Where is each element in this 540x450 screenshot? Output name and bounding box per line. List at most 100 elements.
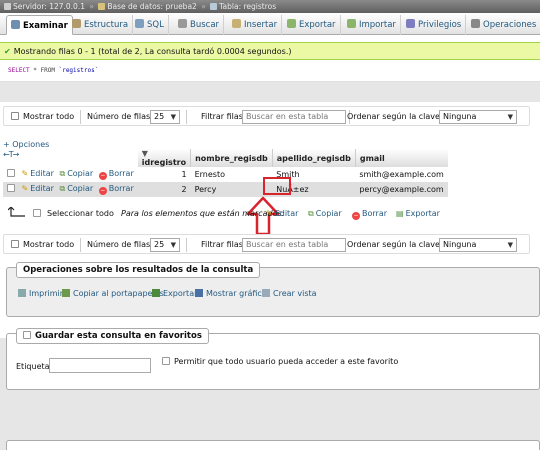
cell-idregistro[interactable]: 2	[137, 182, 191, 197]
show-all-checkbox[interactable]	[11, 240, 19, 248]
column-header-idregistro[interactable]: ▼ idregistro	[137, 149, 192, 167]
highlight-box	[263, 177, 291, 195]
tab-sql[interactable]: SQL	[131, 15, 169, 35]
delete-link[interactable]: Borrar	[109, 169, 134, 178]
select-all[interactable]: Seleccionar todo	[33, 208, 114, 220]
sql-keyword: SELECT	[8, 67, 30, 74]
table-row: ✎ Editar ⧉ Copiar − Borrar 1 Ernesto Smith …	[3, 167, 448, 182]
chevron-down-icon: ▼	[170, 113, 176, 121]
show-all-button[interactable]: Mostrar todo	[7, 238, 77, 252]
print-link[interactable]: Imprimir	[18, 289, 63, 298]
tab-label: Importar	[359, 20, 396, 30]
breadcrumb-separator: »	[201, 2, 206, 11]
sql-table: `registros`	[58, 67, 99, 74]
create-view-link[interactable]: Crear vista	[262, 289, 317, 298]
export-icon: ▤	[396, 209, 404, 218]
pencil-icon: ✎	[21, 184, 29, 193]
tab-label: Estructura	[84, 20, 129, 30]
export-icon	[152, 289, 160, 297]
breadcrumb-server[interactable]: Servidor: 127.0.0.1	[13, 2, 85, 11]
tab-estructura[interactable]: Estructura	[68, 15, 134, 35]
rows-label: Número de filas:	[87, 240, 153, 249]
filter-label: Filtrar filas:	[201, 240, 246, 249]
export-link[interactable]: Exportar	[152, 289, 197, 298]
breadcrumb-separator: »	[89, 2, 94, 11]
divider	[80, 110, 81, 124]
cell-gmail[interactable]: percy@example.com	[355, 182, 448, 197]
copy-link[interactable]: Copiar	[67, 169, 93, 178]
navigation-bar-bottom: Mostrar todo Número de filas: 25 ▼ Filtra…	[3, 234, 530, 254]
bookmark-label-text: Etiqueta:	[16, 362, 53, 371]
filter-input[interactable]: Buscar en esta tabla	[242, 238, 346, 252]
bulk-copy-button[interactable]: ⧉ Copiar	[308, 208, 342, 220]
copy-clipboard-link[interactable]: Copiar al portapapeles	[62, 289, 164, 298]
table-row: ✎ Editar ⧉ Copiar − Borrar 2 Percy NuÃ±ez p…	[3, 182, 448, 197]
rows-select[interactable]: 25 ▼	[150, 238, 180, 252]
cell-nombre[interactable]: Percy	[190, 182, 273, 197]
cell-idregistro[interactable]: 1	[137, 167, 191, 182]
chart-icon	[195, 289, 203, 297]
browse-icon	[11, 20, 20, 29]
success-text: Mostrando filas 0 - 1 (total de 2, La co…	[13, 47, 292, 56]
rows-select[interactable]: 25 ▼	[150, 110, 180, 124]
rows-label: Número de filas:	[87, 112, 153, 121]
cell-gmail[interactable]: smith@example.com	[355, 167, 448, 182]
edit-link[interactable]: Editar	[30, 169, 54, 178]
edit-link[interactable]: Editar	[30, 184, 54, 193]
column-header-nombre[interactable]: nombre_regisdb	[190, 149, 273, 167]
rows-value: 25	[154, 240, 165, 249]
breadcrumb-table[interactable]: Tabla: registros	[219, 2, 276, 11]
bookmark-toggle-checkbox[interactable]	[23, 331, 31, 339]
tab-operaciones[interactable]: Operaciones	[467, 15, 540, 35]
pencil-icon: ✎	[21, 169, 29, 178]
table-header-row: ▼ idregistro nombre_regisdb apellido_reg…	[3, 149, 448, 167]
divider	[80, 238, 81, 252]
chevron-down-icon: ▼	[507, 241, 513, 249]
breadcrumb: Servidor: 127.0.0.1 » Base de datos: pru…	[0, 0, 540, 13]
bookmark-public-option[interactable]: Permitir que todo usuario pueda acceder …	[162, 357, 398, 366]
column-header-apellido[interactable]: apellido_regisdb	[272, 149, 356, 167]
bulk-export-label: Exportar	[405, 209, 440, 218]
bookmark-label-input[interactable]	[49, 358, 151, 373]
select-all-label: Seleccionar todo	[47, 209, 114, 218]
sort-select[interactable]: Ninguna ▼	[439, 110, 517, 124]
column-header-gmail[interactable]: gmail	[355, 149, 448, 167]
row-checkbox[interactable]	[7, 169, 15, 177]
tab-buscar[interactable]: Buscar	[174, 15, 225, 35]
create-view-label: Crear vista	[273, 289, 317, 298]
row-actions: ✎ Editar ⧉ Copiar − Borrar	[3, 182, 138, 197]
tab-examinar[interactable]: Examinar	[6, 15, 73, 35]
bulk-export-button[interactable]: ▤ Exportar	[396, 208, 440, 220]
options-link[interactable]: + Opciones	[3, 140, 49, 149]
show-all-button[interactable]: Mostrar todo	[7, 110, 77, 124]
tab-insertar[interactable]: Insertar	[228, 15, 283, 35]
show-all-label: Mostrar todo	[23, 112, 75, 121]
bookmark-legend: Guardar esta consulta en favoritos	[16, 328, 209, 344]
tab-importar[interactable]: Importar	[343, 15, 401, 35]
cell-nombre[interactable]: Ernesto	[190, 167, 273, 182]
bulk-edit-button[interactable]: ✎ Editar	[266, 208, 298, 220]
sql-query-box[interactable]: SELECT * FROM `registros`	[0, 60, 540, 82]
show-all-checkbox[interactable]	[11, 112, 19, 120]
actions-header	[3, 149, 138, 167]
marked-label: Para los elementos que están marcados:	[121, 209, 285, 218]
sql-icon	[135, 19, 144, 28]
sort-select[interactable]: Ninguna ▼	[439, 238, 517, 252]
filter-input[interactable]: Buscar en esta tabla	[242, 110, 346, 124]
bookmark-public-checkbox[interactable]	[162, 357, 170, 365]
tab-privilegios[interactable]: Privilegios	[402, 15, 467, 35]
breadcrumb-database[interactable]: Base de datos: prueba2	[107, 2, 196, 11]
privileges-icon	[406, 19, 415, 28]
bulk-actions-bar: Seleccionar todo Para los elementos que …	[0, 205, 540, 223]
sql-text: * FROM	[29, 67, 59, 74]
tab-exportar[interactable]: Exportar	[283, 15, 341, 35]
delete-link[interactable]: Borrar	[109, 184, 134, 193]
select-all-checkbox[interactable]	[33, 209, 41, 217]
copy-link[interactable]: Copiar	[67, 184, 93, 193]
show-chart-link[interactable]: Mostrar gráfico	[195, 289, 267, 298]
bulk-delete-button[interactable]: − Borrar	[352, 208, 387, 220]
table-icon	[210, 3, 218, 10]
show-all-label: Mostrar todo	[23, 240, 75, 249]
tab-label: Exportar	[299, 20, 336, 30]
row-checkbox[interactable]	[7, 184, 15, 192]
